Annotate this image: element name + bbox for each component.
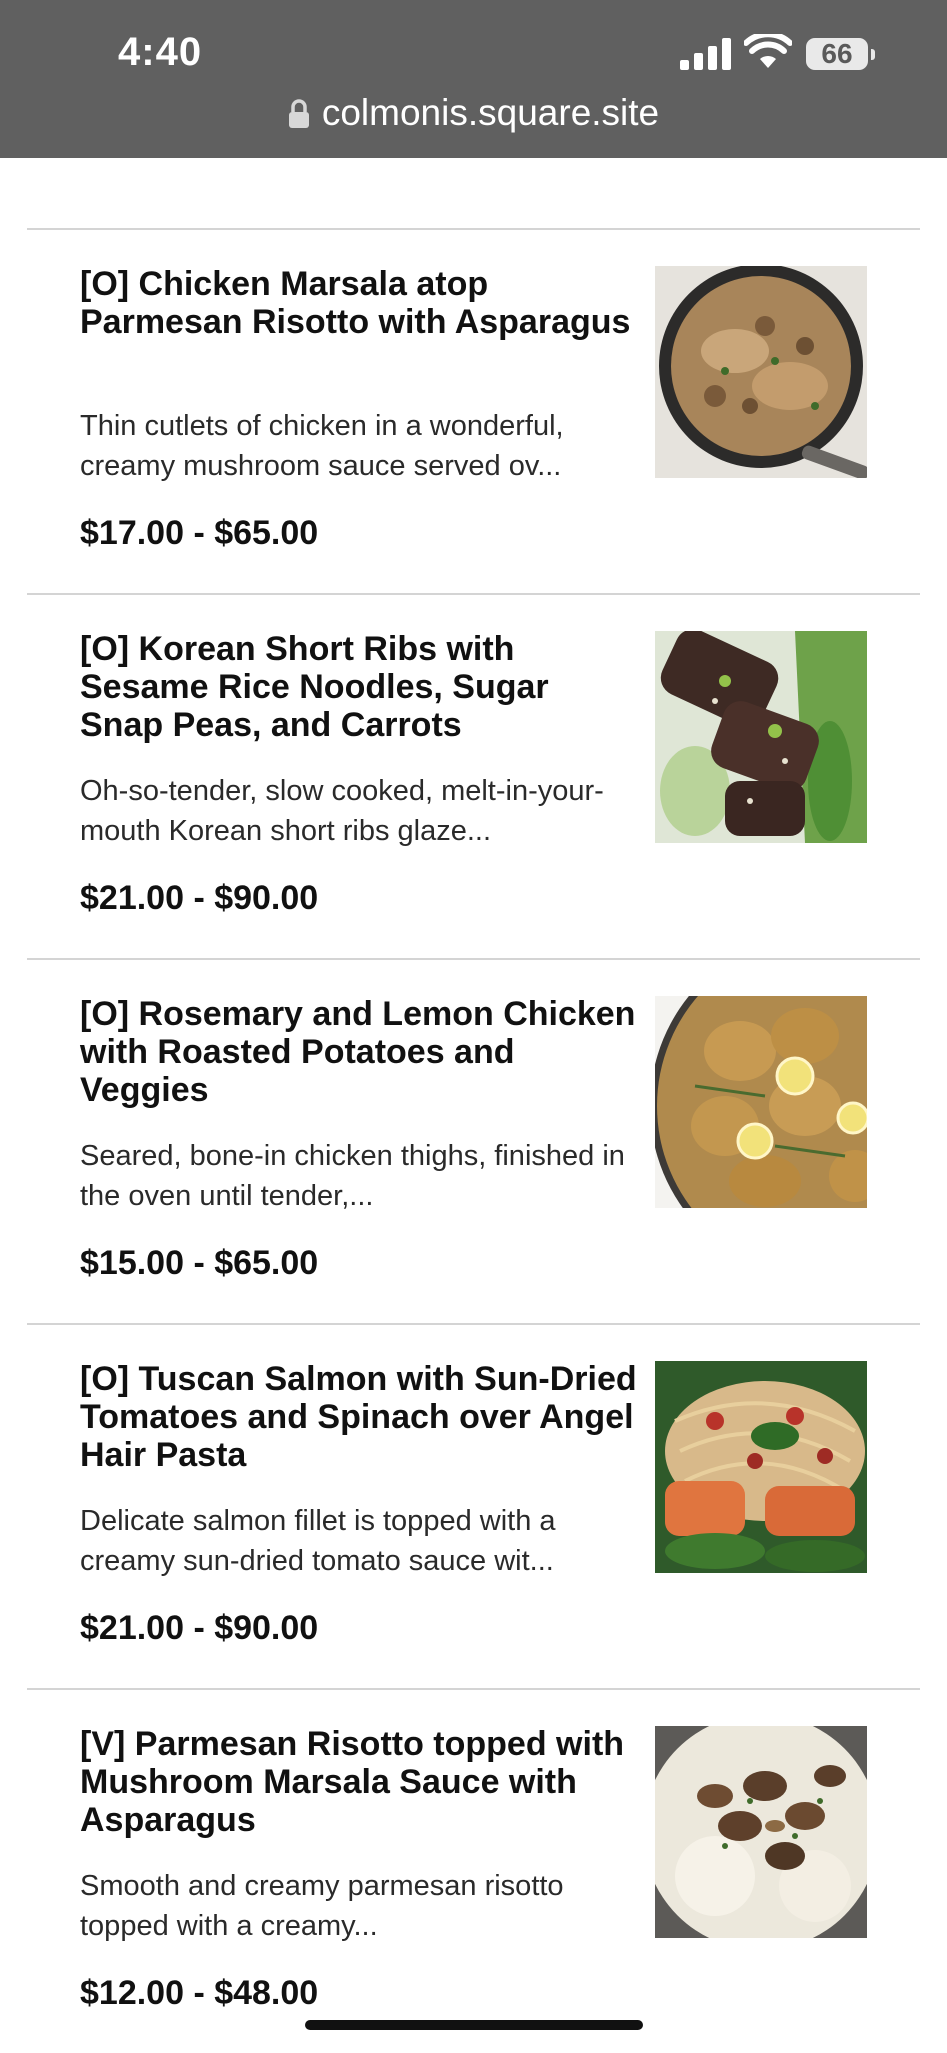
item-description: Seared, bone-in chicken thighs, finished… [80, 1140, 625, 1212]
item-photo[interactable] [655, 266, 867, 478]
item-price: $15.00 - $65.00 [80, 1244, 319, 1282]
item-price: $21.00 - $90.00 [80, 879, 319, 917]
status-time: 4:40 [118, 30, 203, 74]
url-text: colmonis.square.site [321, 92, 660, 133]
lock-icon [288, 99, 309, 128]
menu-item[interactable]: [O] Korean Short Ribs with Sesame Rice N… [27, 595, 920, 958]
item-title: [O] Korean Short Ribs with Sesame Rice N… [80, 630, 549, 744]
menu-list: [O] Chicken Marsala atop Parmesan Risott… [27, 228, 920, 2053]
cellular-signal-icon [680, 38, 731, 70]
item-description: Thin cutlets of chicken in a wonderful, … [80, 410, 564, 482]
status-bar: 4:40 66 colmonis.square.site [0, 0, 947, 158]
battery-icon: 66 [806, 38, 875, 70]
menu-item[interactable]: [V] Parmesan Risotto topped with Mushroo… [27, 1690, 920, 2053]
item-photo[interactable] [655, 1361, 867, 1573]
item-price: $12.00 - $48.00 [80, 1974, 319, 2012]
item-photo[interactable] [655, 631, 867, 843]
item-title: [O] Chicken Marsala atop Parmesan Risott… [80, 265, 631, 341]
menu-item[interactable]: [O] Rosemary and Lemon Chicken with Roas… [27, 960, 920, 1323]
menu-item[interactable]: [O] Tuscan Salmon with Sun-Dried Tomatoe… [27, 1325, 920, 1688]
address-bar[interactable]: colmonis.square.site [0, 92, 947, 134]
item-title: [O] Tuscan Salmon with Sun-Dried Tomatoe… [80, 1360, 637, 1474]
wifi-icon [744, 34, 792, 68]
home-indicator[interactable] [305, 2020, 643, 2030]
item-photo[interactable] [655, 1726, 867, 1938]
item-photo[interactable] [655, 996, 867, 1208]
item-title: [V] Parmesan Risotto topped with Mushroo… [80, 1725, 625, 1839]
item-title: [O] Rosemary and Lemon Chicken with Roas… [80, 995, 636, 1109]
item-description: Delicate salmon fillet is topped with a … [80, 1505, 556, 1577]
item-price: $17.00 - $65.00 [80, 514, 319, 552]
item-description: Smooth and creamy parmesan risotto toppe… [80, 1870, 564, 1942]
menu-item[interactable]: [O] Chicken Marsala atop Parmesan Risott… [27, 230, 920, 593]
item-description: Oh-so-tender, slow cooked, melt-in-your-… [80, 775, 604, 847]
item-price: $21.00 - $90.00 [80, 1609, 319, 1647]
